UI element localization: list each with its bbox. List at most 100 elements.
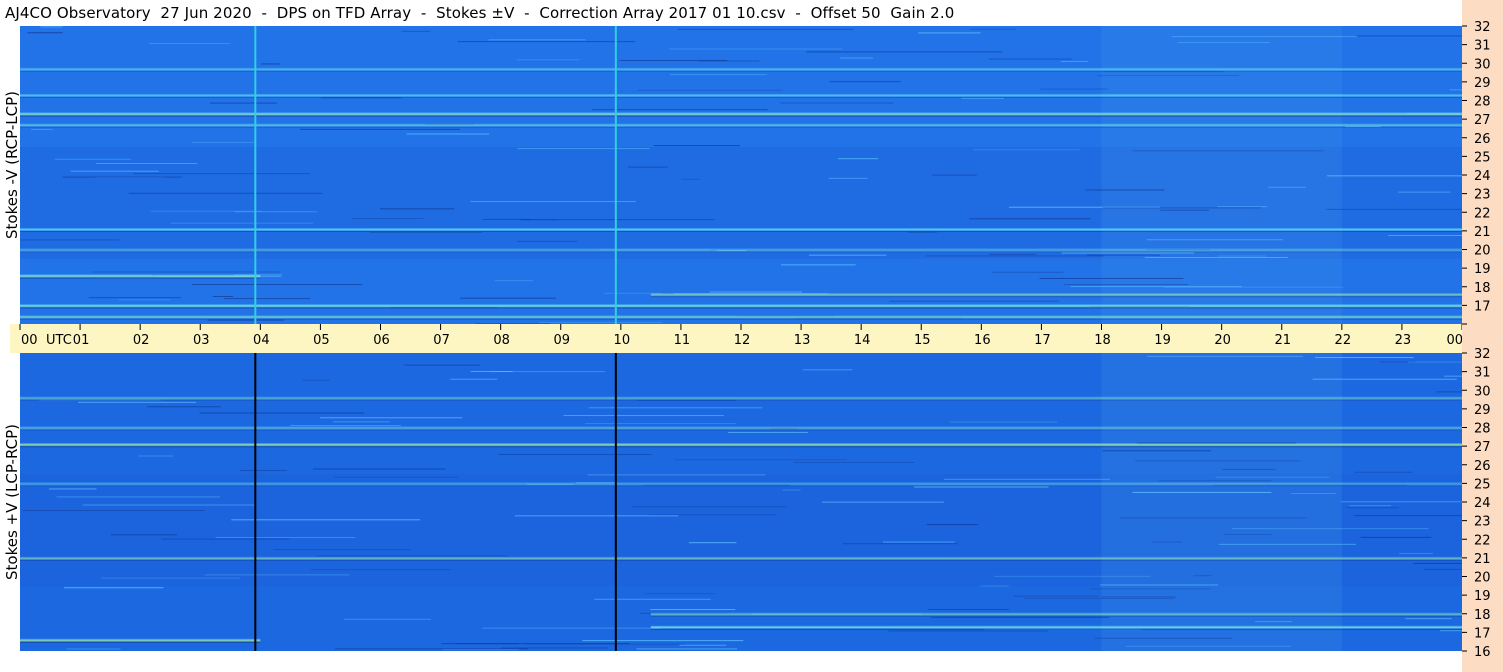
- heatmap-speckle: [482, 627, 661, 629]
- frequency-axis: 32 31 30 29 28 27 26 25 24 23 22 21 20 19 18 17 32 31 30 29…: [1462, 0, 1503, 672]
- freq-tick-label: 31: [1474, 366, 1491, 381]
- heatmap-speckle: [961, 97, 1004, 99]
- heatmap-speckle: [1070, 286, 1242, 288]
- heatmap-speckle: [290, 424, 401, 426]
- heatmap-speckle: [538, 321, 663, 323]
- time-tick-label: 07: [433, 333, 450, 348]
- heatmap-line: [20, 485, 1462, 487]
- heatmap-speckle: [1102, 450, 1212, 452]
- heatmap-speckle: [514, 515, 679, 517]
- heatmap-speckle: [494, 280, 533, 282]
- freq-tick-label: 21: [1474, 552, 1491, 567]
- heatmap-speckle: [1131, 150, 1325, 152]
- freq-tick-label: 27: [1474, 113, 1491, 128]
- heatmap-speckle: [1102, 207, 1262, 209]
- heatmap-speckle: [991, 271, 1064, 273]
- heatmap-line: [650, 613, 1462, 615]
- heatmap-speckle: [1097, 75, 1240, 77]
- heatmap-speckle: [101, 577, 241, 579]
- heatmap-speckle: [517, 148, 650, 150]
- heatmap-speckle: [404, 364, 481, 366]
- heatmap-line: [20, 94, 1462, 96]
- freq-tick-label: 25: [1474, 477, 1491, 492]
- heatmap-speckle: [808, 254, 887, 256]
- heatmap-line: [20, 126, 1462, 128]
- heatmap-speckle: [457, 41, 635, 43]
- heatmap-speckle: [95, 162, 198, 164]
- time-tick-label: 05: [313, 333, 330, 348]
- heatmap-speckle: [709, 291, 803, 293]
- freq-tick-label: 17: [1474, 626, 1491, 641]
- heatmap-speckle: [240, 470, 288, 472]
- time-tick-label: 11: [674, 333, 691, 348]
- heatmap-speckle: [498, 454, 652, 456]
- heatmap-speckle: [40, 26, 63, 28]
- heatmap-speckle: [1346, 507, 1399, 509]
- heatmap-speckle: [802, 369, 853, 371]
- heatmap-line: [20, 307, 1462, 309]
- heatmap-speckle: [1326, 208, 1462, 210]
- heatmap-speckle: [882, 541, 955, 543]
- heatmap-speckle: [215, 536, 356, 538]
- heatmap-line: [650, 628, 1462, 630]
- time-tick-label: 15: [914, 333, 931, 348]
- heatmap-speckle: [335, 648, 529, 650]
- freq-tick-label: 18: [1474, 281, 1491, 296]
- time-tick-label: 02: [133, 333, 150, 348]
- heatmap-speckle: [210, 102, 277, 104]
- heatmap-line: [20, 275, 261, 277]
- heatmap-line: [20, 557, 1462, 559]
- heatmap-speckle: [488, 39, 586, 41]
- heatmap-speckle: [828, 177, 868, 179]
- freq-tick-label: 19: [1474, 262, 1491, 277]
- freq-tick-label: 24: [1474, 169, 1491, 184]
- heatmap-line: [20, 639, 261, 641]
- heatmap-line: [650, 615, 1462, 617]
- heatmap-speckle: [20, 239, 120, 241]
- heatmap-speckle: [1094, 637, 1233, 639]
- heatmap-speckle: [1086, 254, 1161, 256]
- heatmap-speckle: [62, 176, 183, 178]
- heatmap-speckle: [636, 648, 738, 650]
- freq-tick-label: 21: [1474, 225, 1491, 240]
- freq-tick-label: 25: [1474, 150, 1491, 165]
- heatmap-speckle: [1222, 468, 1276, 470]
- heatmap-speckle: [1061, 252, 1194, 254]
- heatmap-speckle: [118, 299, 171, 301]
- heatmap-speckle: [932, 174, 977, 176]
- time-tick-label: 19: [1154, 333, 1171, 348]
- freq-tick-label: 31: [1474, 39, 1491, 54]
- heatmap-speckle: [516, 59, 580, 61]
- heatmap-speckle: [889, 300, 1060, 302]
- heatmap-speckle: [1255, 621, 1292, 623]
- time-tick-label: 01: [73, 333, 90, 348]
- time-tick-label: 04: [253, 333, 270, 348]
- heatmap-speckle: [1315, 357, 1414, 359]
- heatmap-speckle: [587, 474, 766, 476]
- heatmap-speckle: [302, 379, 330, 381]
- heatmap-line: [20, 70, 1462, 72]
- heatmap-speckle: [401, 30, 431, 32]
- heatmap-speckle: [1268, 186, 1306, 188]
- heatmap-line: [20, 444, 1462, 446]
- spectrogram-bottom-plot: [20, 353, 1462, 651]
- heatmap-speckle: [679, 644, 727, 646]
- heatmap-speckle: [1119, 517, 1307, 519]
- heatmap-speckle: [980, 585, 1009, 587]
- time-tick-label: 13: [794, 333, 811, 348]
- heatmap-speckle: [688, 542, 737, 544]
- heatmap-speckle: [1440, 630, 1462, 632]
- heatmap-speckle: [677, 28, 854, 30]
- utc-time-axis-svg: 00 01 02 03 04 05 06 07 08 09 10 11 12 13 14 15 16 17 18 19…: [19, 324, 1501, 348]
- freq-tick-label: 19: [1474, 589, 1491, 604]
- freq-tick-label: 29: [1474, 76, 1491, 91]
- time-tick-label: 21: [1274, 333, 1291, 348]
- heatmap-speckle: [563, 415, 724, 417]
- freq-tick-label: 30: [1474, 57, 1491, 72]
- heatmap-speckle: [888, 630, 1048, 632]
- heatmap-speckle: [470, 370, 513, 372]
- frequency-axis-svg: 32 31 30 29 28 27 26 25 24 23 22 21 20 19 18 17 32 31 30 29…: [1462, 20, 1491, 660]
- heatmap-line: [20, 446, 1462, 448]
- heatmap-speckle: [299, 128, 461, 130]
- heatmap-speckle: [842, 543, 958, 545]
